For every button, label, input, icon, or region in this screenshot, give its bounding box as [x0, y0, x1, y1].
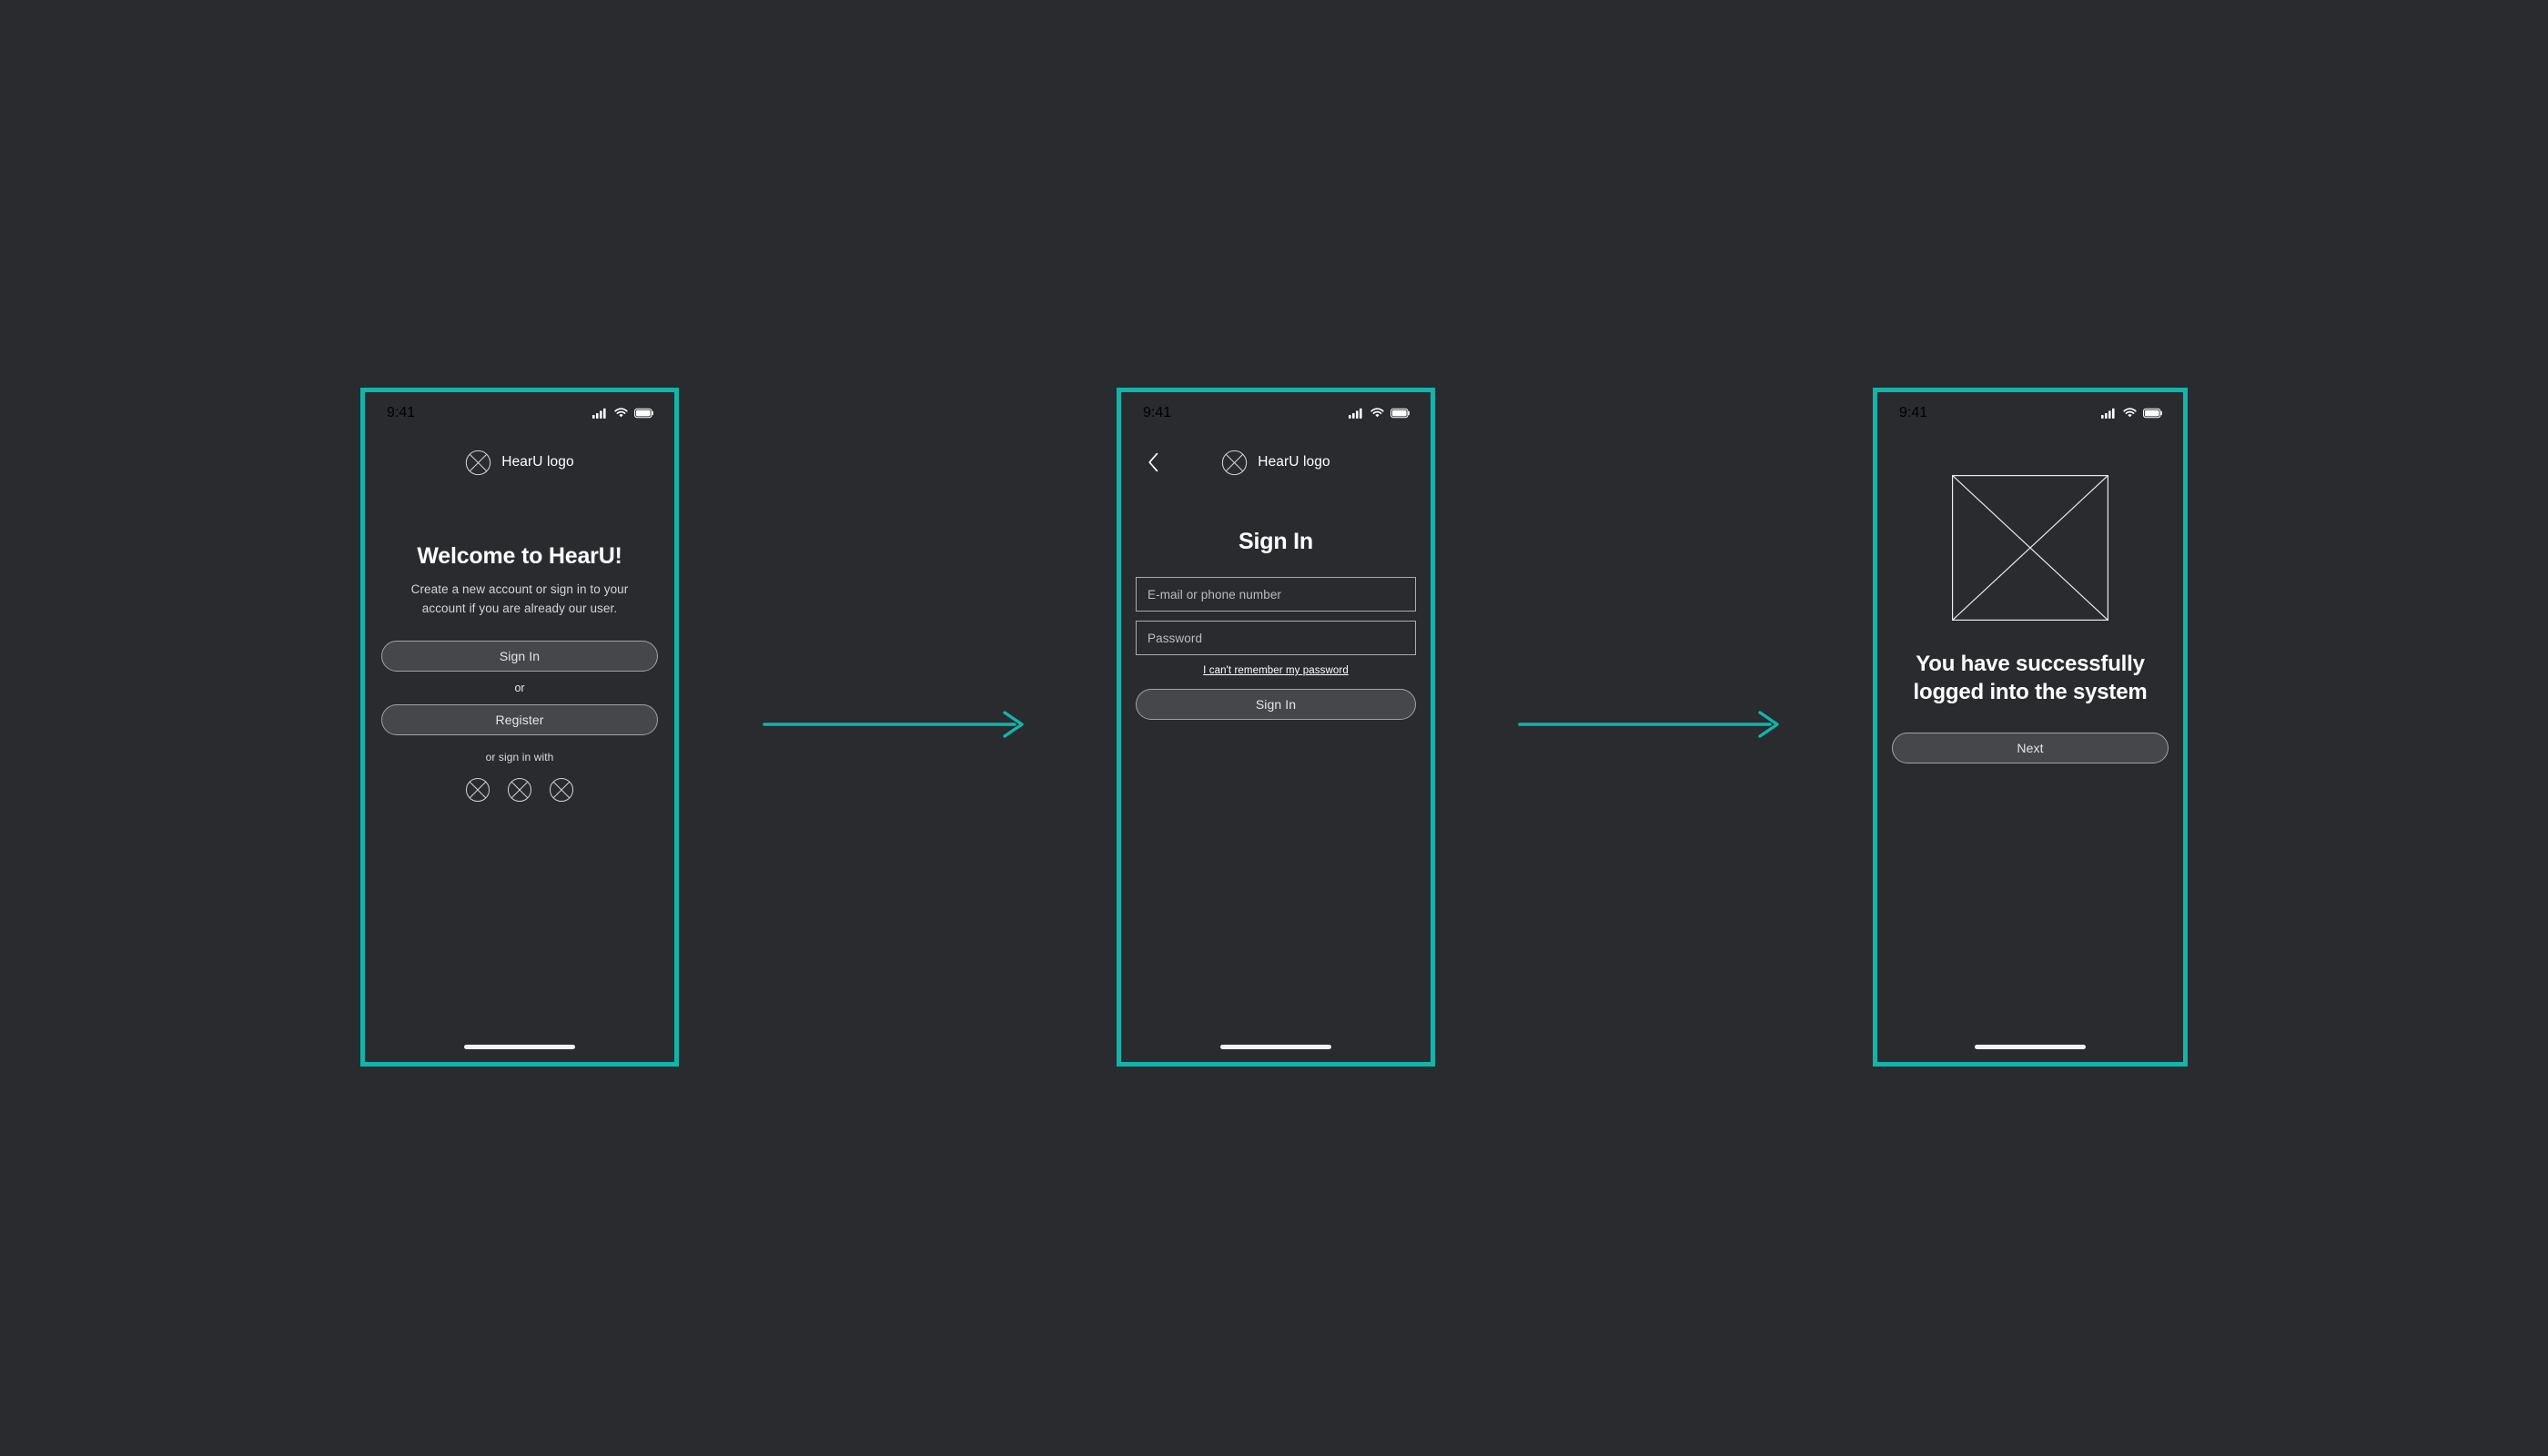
status-bar-time: 9:41 [387, 405, 416, 420]
status-bar-icons [592, 408, 654, 419]
welcome-subtitle: Create a new account or sign in to your … [410, 582, 629, 615]
battery-icon [2143, 408, 2162, 419]
password-placeholder: Password [1148, 631, 1203, 645]
email-or-phone-placeholder: E-mail or phone number [1148, 587, 1282, 602]
wifi-icon [614, 408, 628, 418]
page-title: Welcome to HearU! [417, 543, 622, 569]
chevron-left-icon [1148, 452, 1158, 472]
status-bar: 9:41 [365, 392, 674, 434]
back-button[interactable] [1139, 446, 1167, 479]
password-field[interactable]: Password [1136, 621, 1416, 655]
status-bar-icons [1349, 408, 1410, 419]
sign-in-button[interactable]: Sign In [381, 641, 658, 672]
status-bar: 9:41 [1121, 392, 1431, 434]
wifi-icon [1370, 408, 1384, 418]
cellular-signal-icon [2101, 408, 2115, 419]
wireframe-canvas: 9:41 HearU logo Welcome to HearU! Create… [0, 0, 2548, 1456]
phone-screen-success: 9:41 You have successfully logged into t… [1873, 388, 2188, 1067]
email-or-phone-field[interactable]: E-mail or phone number [1136, 577, 1416, 612]
social-sign-in-row [381, 777, 658, 803]
next-button[interactable]: Next [1892, 733, 2169, 764]
hearu-logo-placeholder-icon [466, 450, 491, 475]
app-header: HearU logo [365, 434, 674, 490]
brand-lockup: HearU logo [465, 450, 574, 476]
phone-screen-welcome: 9:41 HearU logo Welcome to HearU! Create… [360, 388, 679, 1067]
social-provider-3-icon[interactable] [549, 777, 574, 803]
home-indicator[interactable] [1975, 1045, 2086, 1049]
forgot-password-link[interactable]: I can't remember my password [1136, 665, 1416, 676]
success-body: You have successfully logged into the sy… [1877, 434, 2183, 1062]
social-provider-2-icon[interactable] [507, 777, 532, 803]
home-indicator[interactable] [464, 1045, 575, 1049]
sign-in-body: Sign In E-mail or phone number Password … [1121, 490, 1431, 1062]
cellular-signal-icon [1349, 408, 1362, 419]
arrow-signin-to-success [1518, 711, 1779, 738]
battery-icon [634, 408, 653, 419]
cellular-signal-icon [592, 408, 606, 419]
welcome-body: Welcome to HearU! Create a new account o… [365, 490, 674, 1062]
status-bar-time: 9:41 [1899, 405, 1928, 420]
status-bar-time: 9:41 [1143, 405, 1172, 420]
brand-label: HearU logo [501, 454, 574, 470]
wifi-icon [2123, 408, 2137, 418]
hearu-logo-placeholder-icon [1222, 450, 1248, 475]
phone-screen-sign-in: 9:41 HearU logo Sign In E-mail or phone … [1117, 388, 1435, 1067]
sign-in-submit-button[interactable]: Sign In [1136, 689, 1416, 720]
success-message: You have successfully logged into the sy… [1913, 652, 2148, 704]
brand-lockup: HearU logo [1221, 450, 1330, 476]
status-bar: 9:41 [1877, 392, 2183, 434]
image-placeholder-icon [1952, 475, 2108, 621]
arrow-welcome-to-signin [763, 711, 1024, 738]
register-button[interactable]: Register [381, 704, 658, 736]
brand-label: HearU logo [1258, 454, 1330, 470]
social-sign-in-prompt: or sign in with [485, 751, 554, 764]
home-indicator[interactable] [1220, 1045, 1331, 1049]
divider-label: or [514, 682, 525, 695]
app-header: HearU logo [1121, 434, 1431, 490]
status-bar-icons [2101, 408, 2163, 419]
battery-icon [1390, 408, 1410, 419]
social-provider-1-icon[interactable] [465, 777, 490, 803]
page-title: Sign In [1239, 529, 1313, 554]
